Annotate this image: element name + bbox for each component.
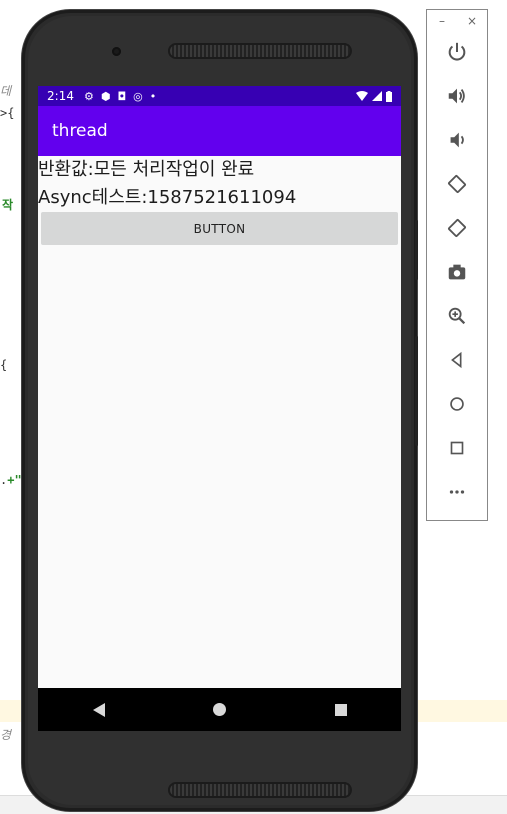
volume-side-button (415, 336, 418, 446)
battery-icon (386, 90, 392, 102)
screenshot-button[interactable] (427, 250, 487, 294)
back-nav-button[interactable] (89, 700, 109, 720)
volume-up-button[interactable] (427, 74, 487, 118)
power-button[interactable] (427, 30, 487, 74)
recents-icon (334, 703, 347, 716)
app-bar: thread (38, 106, 401, 156)
power-icon (448, 42, 466, 61)
app-title: thread (52, 121, 108, 141)
overview-square-icon (450, 441, 464, 455)
a-icon: ◘ (117, 89, 127, 103)
volume-down-button[interactable] (427, 118, 487, 162)
camera-icon (448, 264, 466, 280)
shield-icon: ⬢ (100, 89, 111, 103)
more-icon (449, 490, 465, 494)
zoom-button[interactable] (427, 294, 487, 338)
device-screen[interactable]: 2:14 ⚙ ⬢ ◘ ◎ • thread 반환값:모든 처리작업이 완료 As… (38, 86, 401, 731)
front-camera (112, 47, 121, 56)
rotate-left-icon (448, 175, 466, 193)
back-triangle-icon (451, 351, 462, 369)
more-button[interactable] (427, 470, 487, 514)
emulator-toolbar: – × (426, 9, 488, 521)
home-button[interactable] (427, 382, 487, 426)
wifi-icon (356, 91, 368, 101)
ide-fragment: 데 (0, 84, 12, 98)
back-button[interactable] (427, 338, 487, 382)
minimize-button[interactable]: – (439, 14, 445, 30)
power-side-button (415, 220, 418, 280)
result-text: 반환값:모든 처리작업이 완료 (38, 159, 255, 180)
ide-fragment: 작 (2, 198, 14, 212)
dot-icon: • (149, 89, 157, 103)
volume-down-icon (450, 132, 464, 148)
top-speaker (168, 43, 352, 59)
recents-nav-button[interactable] (331, 700, 351, 720)
home-icon (213, 703, 226, 716)
status-time: 2:14 (47, 89, 74, 103)
at-icon: ◎ (133, 89, 143, 103)
status-bar: 2:14 ⚙ ⬢ ◘ ◎ • (38, 86, 401, 106)
close-button[interactable]: × (467, 14, 477, 30)
home-nav-button[interactable] (210, 700, 230, 720)
main-button[interactable]: BUTTON (41, 212, 398, 245)
async-test-text: Async테스트:1587521611094 (38, 187, 297, 208)
ide-fragment: .+" (0, 473, 22, 487)
app-content: 반환값:모든 처리작업이 완료 Async테스트:1587521611094 B… (38, 156, 401, 245)
signal-icon (372, 91, 382, 101)
rotate-right-button[interactable] (427, 206, 487, 250)
rotate-right-icon (448, 219, 466, 237)
overview-button[interactable] (427, 426, 487, 470)
back-icon (92, 702, 105, 717)
bottom-speaker (168, 782, 352, 798)
navigation-bar (38, 688, 401, 731)
ide-fragment: 경 (0, 728, 12, 742)
home-circle-icon (450, 397, 464, 411)
ide-fragment: { (0, 358, 8, 372)
ide-fragment: >{ (0, 106, 15, 120)
zoom-icon (448, 307, 466, 325)
toolbar-window-controls: – × (427, 10, 487, 30)
rotate-left-button[interactable] (427, 162, 487, 206)
volume-up-icon (448, 88, 465, 104)
gear-icon: ⚙ (83, 89, 94, 103)
